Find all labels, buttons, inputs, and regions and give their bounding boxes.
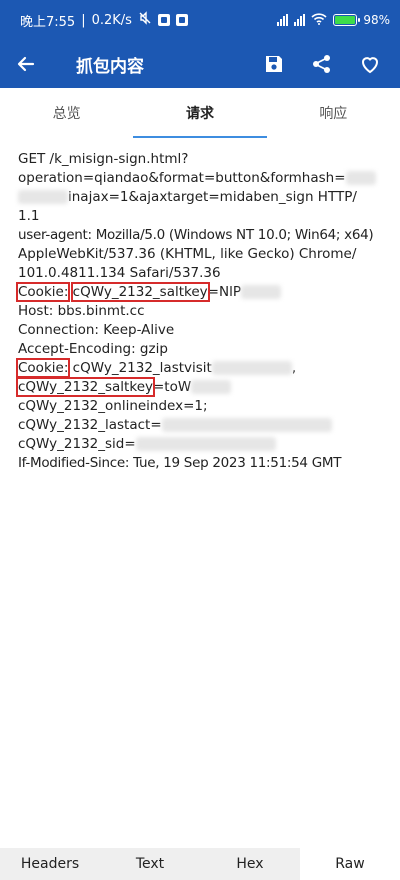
app-notification-icon-2: [175, 14, 188, 26]
cookie-line-5: cQWy_2132_lastact=: [18, 416, 386, 435]
user-agent-line-3: 101.0.4811.134 Safari/537.36: [18, 265, 221, 281]
mute-icon: [138, 11, 152, 29]
tab-hex[interactable]: Hex: [200, 848, 300, 880]
redacted-blur: [240, 285, 281, 299]
redacted-blur: [211, 361, 292, 375]
cookie-line-6: cQWy_2132_sid=: [18, 435, 386, 454]
cookie-label-highlight-2: Cookie:: [15, 358, 71, 378]
user-agent-line: user-agent: Mozilla/5.0 (Windows NT 10.0…: [18, 227, 374, 243]
redacted-blur: [191, 380, 232, 394]
connection-line: Connection: Keep-Alive: [18, 322, 175, 338]
redacted-blur: [161, 418, 332, 432]
saltkey-highlight-2: cQWy_2132_saltkey: [16, 377, 155, 397]
request-query-line: operation=qiandao&format=button&formhash…: [18, 169, 386, 188]
raw-request-text: GET /k_misign-sign.html? operation=qiand…: [15, 150, 386, 473]
tab-request[interactable]: 请求: [133, 88, 267, 138]
cookie-line-2: Cookie: cQWy_2132_lastvisit,: [15, 358, 386, 378]
cookie-lastvisit: cQWy_2132_lastvisit: [68, 360, 212, 376]
request-query-text: operation=qiandao&format=button&formhash…: [18, 170, 346, 186]
redacted-blur: [18, 190, 68, 204]
status-bar: 晚上7:55 | 0.2K/s 98%: [0, 0, 400, 40]
cookie-lastact: cQWy_2132_lastact=: [18, 417, 162, 433]
saltkey-highlight: cQWy_2132_saltkey: [70, 282, 210, 302]
redacted-blur: [345, 171, 376, 185]
cookie-sid: cQWy_2132_sid=: [18, 436, 136, 452]
signal-icon-2: [294, 14, 306, 26]
tab-text[interactable]: Text: [100, 848, 200, 880]
bottom-tabs: Headers Text Hex Raw: [0, 848, 400, 880]
host-line: Host: bbs.binmt.cc: [18, 303, 145, 319]
tab-headers[interactable]: Headers: [0, 848, 100, 880]
status-speed: 0.2K/s: [91, 12, 132, 28]
battery-icon: [333, 14, 361, 26]
app-bar: 抓包内容: [0, 40, 400, 88]
share-icon[interactable]: [300, 42, 344, 86]
back-arrow-icon[interactable]: [0, 40, 52, 88]
request-line: GET /k_misign-sign.html?: [18, 151, 189, 167]
request-query-text-2: inajax=1&ajaxtarget=midaben_sign HTTP/: [68, 189, 357, 205]
save-icon[interactable]: [252, 42, 296, 86]
heart-icon[interactable]: [348, 42, 392, 86]
user-agent-line-2: AppleWebKit/537.36 (KHTML, like Gecko) C…: [18, 246, 357, 262]
cookie-value: =NlP: [207, 284, 241, 300]
http-version: 1.1: [18, 208, 40, 224]
cookie-line-3: cQWy_2132_saltkey=toW: [16, 377, 386, 397]
redacted-blur: [135, 437, 276, 451]
top-tabs: 总览 请求 响应: [0, 88, 400, 138]
request-query-line-2: inajax=1&ajaxtarget=midaben_sign HTTP/: [18, 188, 386, 207]
if-modified-since-line: If-Modified-Since: Tue, 19 Sep 2023 11:5…: [18, 455, 342, 471]
status-divider: |: [81, 12, 86, 28]
battery-percent: 98%: [363, 13, 390, 27]
cookie-line-1: Cookie: cQWy_2132_saltkey=NlP: [15, 282, 386, 302]
tab-response[interactable]: 响应: [267, 88, 400, 138]
page-title: 抓包内容: [76, 56, 144, 77]
signal-icon: [277, 14, 289, 26]
encoding-line: Accept-Encoding: gzip: [18, 341, 168, 357]
cookie-comma: ,: [291, 360, 297, 376]
status-time: 晚上7:55: [20, 14, 76, 30]
cookie-value-2: =toW: [153, 379, 192, 395]
tab-overview[interactable]: 总览: [0, 88, 133, 138]
cookie-label-highlight: Cookie:: [15, 282, 71, 302]
cookie-line-4: cQWy_2132_onlineindex=1;: [18, 398, 208, 414]
tab-raw[interactable]: Raw: [300, 848, 400, 880]
app-notification-icon: [157, 14, 170, 26]
wifi-icon: [311, 12, 327, 28]
